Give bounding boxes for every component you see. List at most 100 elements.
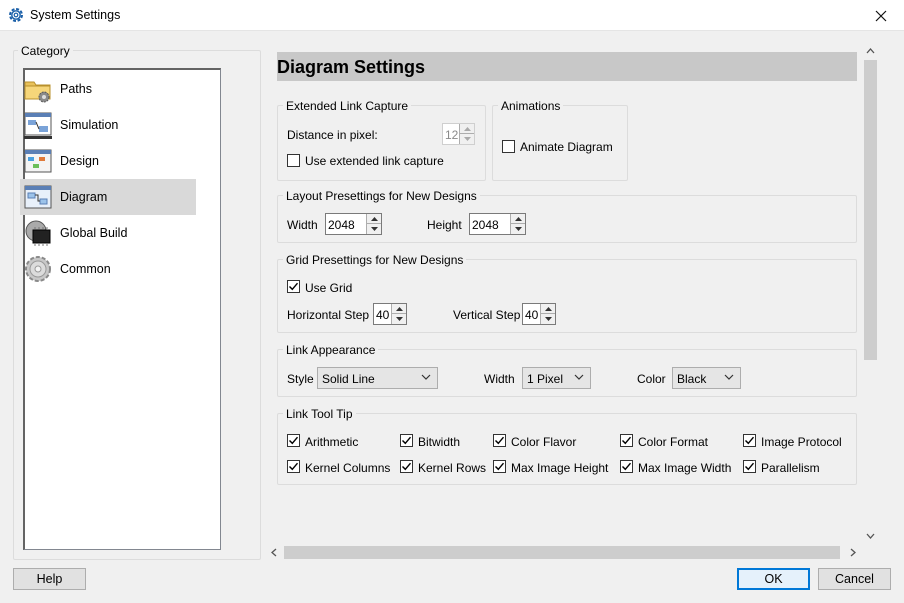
- layout-height-value: 2048: [472, 218, 499, 232]
- style-select[interactable]: Solid Line: [317, 367, 438, 389]
- title-bar: System Settings: [0, 0, 904, 31]
- category-item-label: Diagram: [60, 190, 108, 204]
- chevron-down-icon: [574, 374, 584, 380]
- distance-stepper[interactable]: 12: [442, 123, 475, 145]
- stepper-up-icon[interactable]: [392, 304, 406, 314]
- tooltip-label: Color Flavor: [511, 435, 577, 449]
- stepper-down-icon[interactable]: [460, 134, 474, 144]
- horizontal-scroll-thumb[interactable]: [284, 546, 840, 559]
- category-item-label: Design: [60, 154, 99, 168]
- tooltip-title: Link Tool Tip: [283, 407, 356, 421]
- category-item-common[interactable]: Common: [20, 251, 196, 287]
- category-legend: Category: [18, 44, 73, 58]
- tooltip-label: Arithmetic: [305, 435, 359, 449]
- link-width-select[interactable]: 1 Pixel: [522, 367, 591, 389]
- category-item-global-build[interactable]: Global Build: [20, 215, 196, 251]
- gear-icon: [9, 8, 23, 22]
- scroll-left-icon[interactable]: [271, 548, 277, 557]
- close-icon: [875, 10, 887, 21]
- tooltip-checkbox-max-image-height[interactable]: [493, 460, 506, 473]
- tooltip-label: Kernel Columns: [305, 461, 391, 475]
- diagram-icon: [24, 185, 52, 209]
- tooltip-label: Color Format: [638, 435, 709, 449]
- tooltip-label: Parallelism: [761, 461, 820, 475]
- vstep-value: 40: [525, 308, 539, 322]
- stepper-down-icon[interactable]: [367, 224, 381, 234]
- category-item-simulation[interactable]: Simulation: [20, 107, 196, 143]
- tooltip-checkbox-parallelism[interactable]: [743, 460, 756, 473]
- link-width-label: Width: [484, 372, 515, 386]
- layout-height-label: Height: [427, 218, 462, 232]
- vstep-stepper[interactable]: 40: [522, 303, 556, 325]
- category-item-label: Common: [60, 262, 111, 276]
- scroll-right-icon[interactable]: [850, 548, 856, 557]
- tooltip-checkbox-color-format[interactable]: [620, 434, 633, 447]
- category-item-label: Global Build: [60, 226, 128, 240]
- help-button[interactable]: Help: [13, 568, 86, 590]
- vertical-scroll-thumb[interactable]: [864, 60, 877, 360]
- stepper-up-icon[interactable]: [367, 214, 381, 224]
- layout-height-stepper[interactable]: 2048: [469, 213, 526, 235]
- tooltip-label: Kernel Rows: [418, 461, 487, 475]
- ok-button[interactable]: OK: [737, 568, 810, 590]
- hstep-value: 40: [376, 308, 390, 322]
- tooltip-checkbox-kernel-columns[interactable]: [287, 460, 300, 473]
- animate-diagram-checkbox[interactable]: [502, 140, 515, 153]
- stepper-up-icon[interactable]: [511, 214, 525, 224]
- close-button[interactable]: [858, 0, 904, 31]
- hstep-stepper[interactable]: 40: [373, 303, 407, 325]
- tooltip-checkbox-color-flavor[interactable]: [493, 434, 506, 447]
- window-title: System Settings: [30, 8, 121, 22]
- category-item-label: Simulation: [60, 118, 119, 132]
- use-grid-label: Use Grid: [305, 281, 353, 295]
- distance-label: Distance in pixel:: [287, 128, 378, 142]
- tooltip-label: Bitwidth: [418, 435, 461, 449]
- use-extended-checkbox[interactable]: [287, 154, 300, 167]
- tooltip-checkbox-arithmetic[interactable]: [287, 434, 300, 447]
- tooltip-label: Max Image Width: [638, 461, 732, 475]
- tooltip-checkbox-kernel-rows[interactable]: [400, 460, 413, 473]
- tooltip-checkbox-bitwidth[interactable]: [400, 434, 413, 447]
- layout-width-stepper[interactable]: 2048: [325, 213, 382, 235]
- stepper-down-icon[interactable]: [511, 224, 525, 234]
- layout-width-value: 2048: [328, 218, 355, 232]
- stepper-up-icon[interactable]: [541, 304, 555, 314]
- tooltip-label: Max Image Height: [511, 461, 609, 475]
- category-item-label: Paths: [60, 82, 92, 96]
- category-item-diagram[interactable]: Diagram: [20, 179, 196, 215]
- page-title: Diagram Settings: [277, 52, 857, 81]
- chevron-down-icon: [421, 374, 431, 380]
- color-value: Black: [677, 372, 707, 386]
- hstep-label: Horizontal Step: [287, 308, 370, 322]
- scroll-down-icon[interactable]: [866, 533, 875, 539]
- style-value: Solid Line: [322, 372, 375, 386]
- chip-icon: [25, 220, 51, 246]
- appearance-title: Link Appearance: [283, 343, 379, 357]
- tooltip-checkbox-image-protocol[interactable]: [743, 434, 756, 447]
- animate-diagram-label: Animate Diagram: [520, 140, 613, 154]
- settings-panel: Diagram Settings Extended Link Capture D…: [266, 44, 862, 544]
- category-item-design[interactable]: Design: [20, 143, 196, 179]
- category-item-paths[interactable]: Paths: [20, 71, 196, 107]
- chevron-down-icon: [724, 374, 734, 380]
- use-grid-checkbox[interactable]: [287, 280, 300, 293]
- horizontal-scrollbar[interactable]: [266, 544, 862, 561]
- extended-link-title: Extended Link Capture: [283, 99, 412, 113]
- distance-value: 12: [445, 128, 459, 142]
- link-width-value: 1 Pixel: [527, 372, 564, 386]
- layout-width-label: Width: [287, 218, 318, 232]
- tooltip-checkbox-max-image-width[interactable]: [620, 460, 633, 473]
- color-select[interactable]: Black: [672, 367, 741, 389]
- layout-title: Layout Presettings for New Designs: [283, 189, 480, 203]
- common-gear-icon: [25, 256, 51, 282]
- tooltip-label: Image Protocol: [761, 435, 842, 449]
- animations-title: Animations: [498, 99, 564, 113]
- stepper-down-icon[interactable]: [541, 314, 555, 324]
- stepper-down-icon[interactable]: [392, 314, 406, 324]
- vertical-scrollbar[interactable]: [862, 44, 880, 544]
- cancel-button[interactable]: Cancel: [818, 568, 891, 590]
- scroll-up-icon[interactable]: [866, 48, 875, 54]
- style-label: Style: [287, 372, 314, 386]
- stepper-up-icon[interactable]: [460, 124, 474, 134]
- simulation-icon: [24, 112, 52, 139]
